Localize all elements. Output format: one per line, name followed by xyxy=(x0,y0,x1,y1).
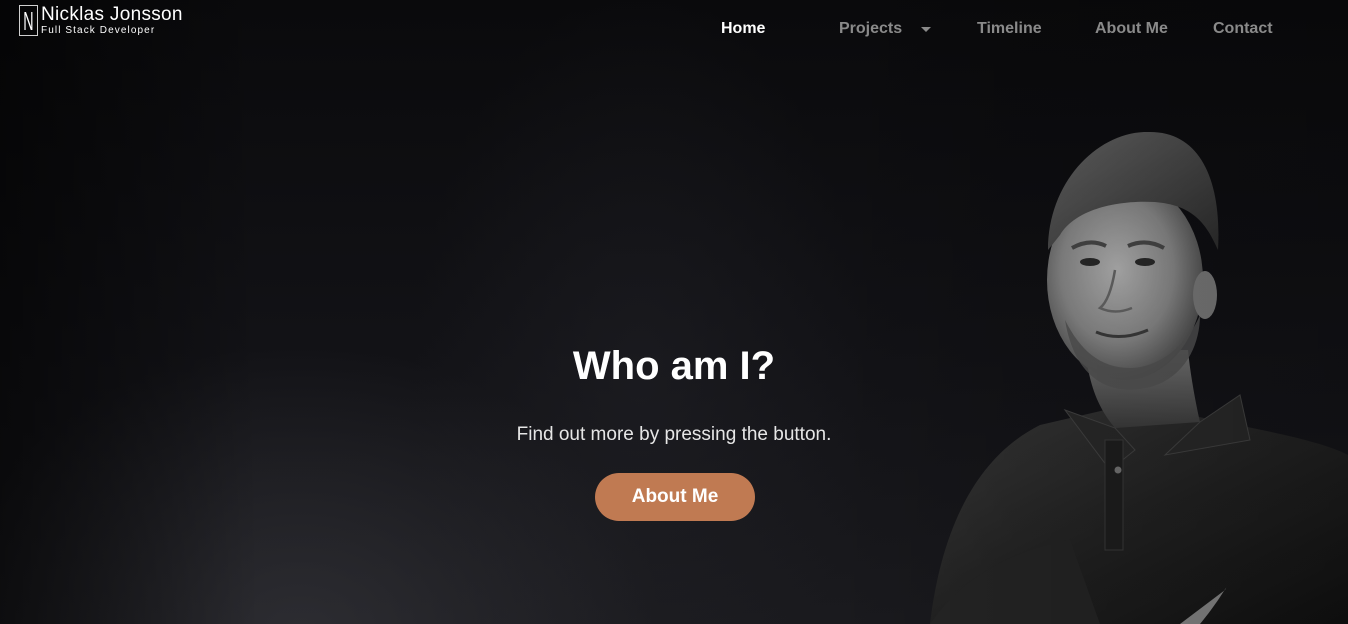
background-vignette-right xyxy=(828,0,1348,624)
page: N Nicklas Jonsson Full Stack Developer H… xyxy=(0,0,1348,624)
hero-title: Who am I? xyxy=(572,344,776,388)
nav-item-projects[interactable]: Projects xyxy=(839,18,902,40)
about-me-button[interactable]: About Me xyxy=(595,473,755,521)
nav-item-timeline[interactable]: Timeline xyxy=(977,18,1042,40)
nav-item-contact[interactable]: Contact xyxy=(1213,18,1273,40)
nav-item-about-me[interactable]: About Me xyxy=(1095,18,1168,40)
main-nav: Home Projects Timeline About Me Contact xyxy=(0,18,1348,40)
hero-subtitle: Find out more by pressing the button. xyxy=(516,424,832,445)
nav-item-home[interactable]: Home xyxy=(721,18,765,40)
background-vignette-left xyxy=(0,0,260,624)
caret-down-icon[interactable] xyxy=(921,27,931,32)
